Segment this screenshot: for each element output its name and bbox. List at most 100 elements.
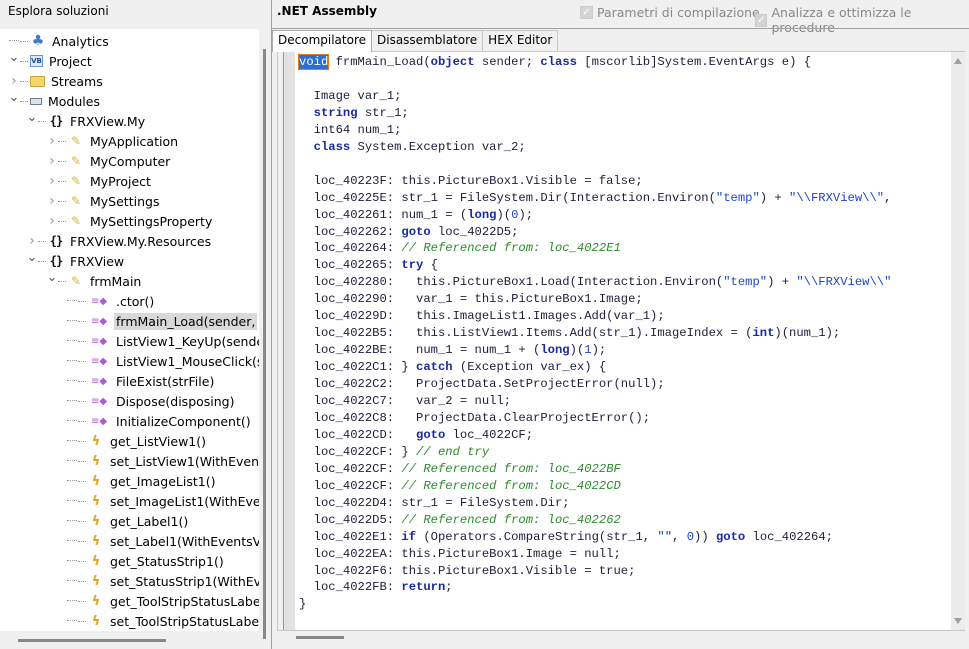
event-icon: ϟ [91,613,101,629]
compile-params-checkbox[interactable]: ✓ Parametri di compilazione [580,5,760,20]
tree-connector [66,435,78,447]
tree-item[interactable]: › ✎ MyProject [46,171,153,191]
tree-item[interactable]: ϟ get_ListView1() [66,431,208,451]
chevron-right-icon[interactable]: › [46,194,58,208]
tree-item-label: Project [49,53,92,69]
tree-item[interactable]: ≡◆ InitializeComponent() [66,411,253,431]
tree-item-label: .ctor() [116,293,155,309]
tree-item-label: set_ListView1(WithEvent [110,453,259,469]
code-text: ; [445,580,453,595]
tree-item[interactable]: ϟ get_ToolStripStatusLabe [66,591,259,611]
tree-connector [66,575,78,587]
tree-item[interactable]: › ✎ MySettingsProperty [46,211,214,231]
tree-item[interactable]: ≡◆ .ctor() [66,291,156,311]
solution-tree[interactable]: ♣ Analytics ⌄ VB Project › Streams ⌄ Modules ⌄ {} F… [0,29,259,631]
tree-item[interactable]: ϟ set_ToolStripStatusLabe [66,611,259,631]
code-text: [mscorlib]System.EventArgs e) { [576,55,812,69]
tree-item[interactable]: ϟ set_ListView1(WithEvent [66,451,259,471]
chevron-down-icon[interactable]: ⌄ [26,251,38,267]
compile-params-label: Parametri di compilazione [597,5,760,20]
chevron-right-icon[interactable]: › [26,234,38,248]
decompiled-code-editor[interactable]: void frmMain_Load(object sender; class [… [295,52,951,630]
tree-item-label: get_StatusStrip1() [110,553,224,569]
tree-item[interactable]: ≡◆ FileExist(strFile) [66,371,216,391]
scroll-down-arrow-icon[interactable] [954,618,962,624]
method-icon: ≡◆ [90,395,108,407]
tab-decompiler[interactable]: Decompilatore [272,30,372,52]
code-line: loc_402280: this.PictureBox1.Load(Intera… [299,274,892,291]
tree-item[interactable]: ϟ get_StatusStrip1() [66,551,226,571]
tree-item[interactable]: ϟ set_StatusStrip1(WithEv [66,571,259,591]
analyze-optimize-checkbox[interactable]: ✓ Analizza e ottimizza le procedure [755,5,969,35]
chevron-down-icon[interactable]: ⌄ [8,51,20,67]
code-text: loc_402264; [745,529,833,544]
tree-item-label: get_Label1() [110,513,189,529]
code-text: loc_4022CF; [445,427,534,442]
chevron-right-icon[interactable]: › [46,174,58,188]
tree-item[interactable]: ϟ set_ImageList1(WithEve [66,491,259,511]
code-text: ); [518,207,534,222]
tree-item[interactable]: ≡◆ ListView1_MouseClick(s [66,351,259,371]
code-horizontal-scroll-thumb[interactable] [296,636,344,639]
tree-item[interactable]: ⌄ {} FRXView [26,251,126,271]
chevron-down-icon[interactable]: ⌄ [8,91,20,107]
chevron-right-icon[interactable]: › [46,154,58,168]
code-text: loc_4022CF: [299,478,402,493]
chevron-down-icon[interactable]: ⌄ [26,111,38,127]
tab-disassembler[interactable]: Disassemblatore [371,30,484,51]
tree-item[interactable]: ⌄ {} FRXView.My [26,111,147,131]
code-comment: // Referenced from: loc_4022E1 [401,241,621,256]
tree-item[interactable]: ≡◆ frmMain_Load(sender, [66,311,258,331]
tree-item[interactable]: ⌄ ✎ frmMain [46,271,143,291]
tree-item-label: InitializeComponent() [116,413,251,429]
code-keyword: object [430,55,475,69]
code-keyword: long [467,207,497,222]
tree-connector-line [78,580,86,582]
tree-item[interactable]: › ✎ MyApplication [46,131,180,151]
tree-connector-line [78,360,86,362]
panel-splitter[interactable] [271,0,272,649]
tree-connector-line [78,540,86,542]
tree-item[interactable]: › {} FRXView.My.Resources [26,231,213,251]
code-text: loc_402264: [299,241,402,256]
tree-horizontal-scroll-thumb[interactable] [18,639,166,642]
code-number: 0 [686,529,695,544]
code-text: loc_4022D5: [299,512,402,527]
tree-item[interactable]: › ✎ MyComputer [46,151,172,171]
code-horizontal-scrollbar[interactable] [278,631,964,647]
chevron-right-icon[interactable]: › [8,74,20,88]
code-string: "temp" [723,275,768,290]
code-vertical-scrollbar[interactable] [951,52,965,630]
tree-item[interactable]: ♣ Analytics [8,31,111,51]
chevron-down-icon[interactable]: ⌄ [46,271,58,287]
method-icon: ≡◆ [90,415,108,427]
tree-item[interactable]: ϟ set_Label1(WithEventsV [66,531,259,551]
assembly-header: .NET Assembly ✓ Parametri di compilazion… [272,0,969,35]
tree-connector-line [20,60,28,62]
tree-vertical-scroll-thumb[interactable] [263,49,266,639]
code-line: loc_4022D4: str_1 = FileSystem.Dir; [299,495,570,512]
tree-item[interactable]: ϟ get_Label1() [66,511,190,531]
code-text: loc_4022CD: [299,427,417,442]
tree-item[interactable]: ⌄ Modules [8,91,102,111]
tree-item[interactable]: ≡◆ ListView1_KeyUp(sende [66,331,259,351]
tree-horizontal-scrollbar[interactable] [0,631,259,649]
tab-hex-editor[interactable]: HEX Editor [482,30,559,51]
code-text: loc_4022C8: ProjectData.ClearProjectErro… [299,410,651,425]
tree-vertical-scrollbar[interactable] [259,29,271,639]
code-line: loc_402262: goto loc_4022D5; [299,224,519,241]
tree-item[interactable]: ϟ get_ImageList1() [66,471,217,491]
tree-item[interactable]: ≡◆ Dispose(disposing) [66,391,237,411]
tree-item[interactable]: ⌄ VB Project [8,51,94,71]
chevron-right-icon[interactable]: › [46,214,58,228]
code-comment: // end try [416,444,490,459]
tree-item[interactable]: › ✎ MySettings [46,191,161,211]
tree-item-label: FRXView.My [70,113,146,129]
tree-item-label: FRXView.My.Resources [70,233,212,249]
tree-connector-line [38,260,46,262]
scroll-up-arrow-icon[interactable] [954,58,962,64]
namespace-icon: {} [49,114,63,128]
tree-connector-line [78,320,86,322]
tree-item[interactable]: › Streams [8,71,105,91]
chevron-right-icon[interactable]: › [46,134,58,148]
